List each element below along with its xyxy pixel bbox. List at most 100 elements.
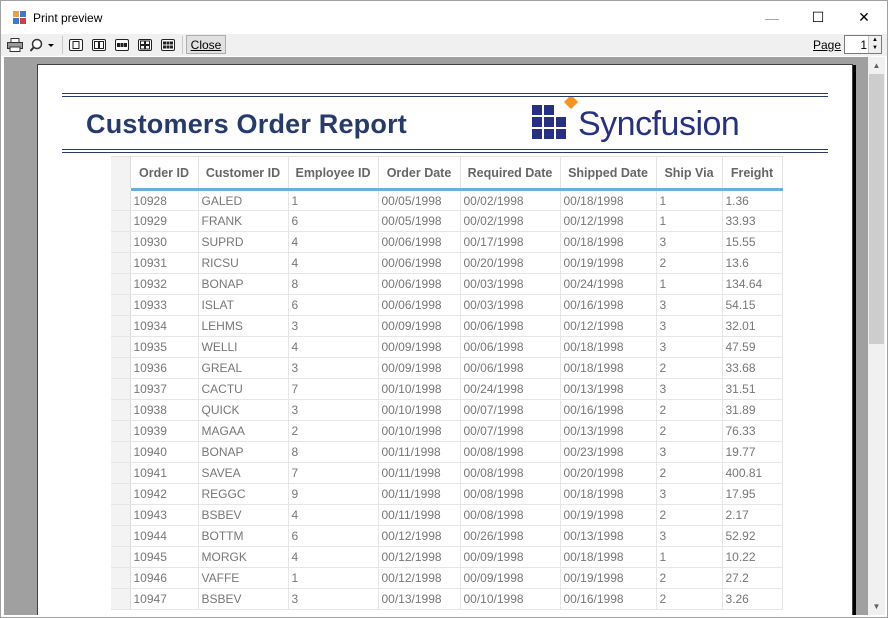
report-title: Customers Order Report [86,109,407,139]
table-row: 10929 FRANK 6 00/05/1998 00/02/1998 00/12/199… [111,210,783,232]
table-cell: 00/02/1998 [460,189,561,211]
table-cell: 10932 [130,273,199,295]
table-row: 10940 BONAP 8 00/11/1998 00/08/1998 00/23/199… [111,441,783,463]
table-cell: WELLI [198,336,289,358]
table-cell: 00/07/1998 [460,399,561,421]
table-cell: 00/06/1998 [378,252,461,274]
table-row: 10931 RICSU 4 00/06/1998 00/20/1998 00/19/199… [111,252,783,274]
maximize-button[interactable]: ☐ [795,1,841,34]
table-cell: 00/23/1998 [560,441,657,463]
page-number-value[interactable]: 1 [860,38,867,52]
print-preview-window: Print preview — ☐ ✕ Close Page 1 ▲ ▼ Cus… [0,0,888,618]
spinner-arrows[interactable]: ▲ ▼ [868,36,881,53]
page-number-spinner[interactable]: 1 ▲ ▼ [844,35,882,54]
column-header[interactable]: Required Date [460,156,561,191]
table-cell: 3 [656,336,723,358]
table-cell: 00/13/1998 [560,420,657,442]
table-cell: 2.17 [722,504,783,526]
column-header[interactable]: Shipped Date [560,156,657,191]
table-cell: 31.89 [722,399,783,421]
row-header [111,567,131,589]
orders-grid: Order ID Customer ID Employee ID Order Date… [111,156,783,610]
one-page-button[interactable] [67,36,85,54]
one-page-icon [69,39,83,51]
three-pages-button[interactable] [113,36,131,54]
table-cell: 3 [656,525,723,547]
column-header[interactable]: Freight [722,156,783,191]
table-cell: 00/18/1998 [560,483,657,505]
table-cell: 00/06/1998 [378,294,461,316]
row-header [111,210,131,232]
table-cell: 00/19/1998 [560,504,657,526]
table-cell: 00/20/1998 [460,252,561,274]
column-header[interactable]: Employee ID [288,156,379,191]
table-row: 10944 BOTTM 6 00/12/1998 00/26/1998 00/13/199… [111,525,783,547]
print-button[interactable] [5,36,25,54]
table-cell: 3 [656,231,723,253]
table-cell: 10937 [130,378,199,400]
close-preview-button[interactable]: Close [186,35,226,54]
table-cell: 00/06/1998 [460,357,561,379]
page-label: Page [813,38,841,52]
table-cell: 76.33 [722,420,783,442]
table-row: 10934 LEHMS 3 00/09/1998 00/06/1998 00/12/199… [111,315,783,337]
column-header[interactable]: Customer ID [198,156,289,191]
table-cell: 10.22 [722,546,783,568]
column-header[interactable]: Order ID [130,156,199,191]
column-header[interactable]: Ship Via [656,156,723,191]
table-cell: 00/12/1998 [560,315,657,337]
column-header[interactable]: Order Date [378,156,461,191]
table-cell: 00/17/1998 [460,231,561,253]
three-pages-icon [115,39,129,51]
spinner-up-icon[interactable]: ▲ [869,36,881,44]
table-cell: 6 [288,525,379,547]
preview-toolbar: Close Page 1 ▲ ▼ [1,34,887,56]
table-cell: 10935 [130,336,199,358]
scroll-down-arrow-icon[interactable]: ▼ [868,598,885,615]
table-cell: 10930 [130,231,199,253]
table-cell: 1.36 [722,189,783,211]
four-pages-button[interactable] [136,36,154,54]
toolbar-separator [62,36,63,54]
table-cell: RICSU [198,252,289,274]
syncfusion-logo-mark [532,97,578,139]
row-header [111,378,131,400]
scroll-up-arrow-icon[interactable]: ▲ [868,57,885,74]
row-header [111,441,131,463]
table-cell: 4 [288,504,379,526]
table-cell: 1 [656,273,723,295]
table-cell: 00/24/1998 [460,378,561,400]
close-window-button[interactable]: ✕ [841,1,887,34]
table-row: 10947 BSBEV 3 00/13/1998 00/10/1998 00/16/199… [111,588,783,610]
table-cell: 3 [656,315,723,337]
table-cell: 00/08/1998 [460,504,561,526]
six-pages-button[interactable] [159,36,177,54]
zoom-dropdown-button[interactable] [27,36,57,54]
table-cell: SAVEA [198,462,289,484]
table-cell: 8 [288,441,379,463]
table-cell: 134.64 [722,273,783,295]
minimize-button[interactable]: — [749,1,795,34]
two-pages-button[interactable] [90,36,108,54]
table-row: 10939 MAGAA 2 00/10/1998 00/07/1998 00/13/199… [111,420,783,442]
scrollbar-thumb[interactable] [869,74,884,344]
table-cell: 00/03/1998 [460,273,561,295]
table-cell: 2 [288,420,379,442]
table-cell: 15.55 [722,231,783,253]
table-cell: 19.77 [722,441,783,463]
vertical-scrollbar[interactable]: ▲ ▼ [868,57,885,615]
table-cell: 00/18/1998 [560,357,657,379]
table-cell: 1 [288,189,379,211]
table-cell: 33.68 [722,357,783,379]
table-cell: 10941 [130,462,199,484]
table-row: 10937 CACTU 7 00/10/1998 00/24/1998 00/13/199… [111,378,783,400]
table-cell: BONAP [198,273,289,295]
table-cell: 00/20/1998 [560,462,657,484]
grid-header-row: Order ID Customer ID Employee ID Order Date… [111,156,783,191]
table-cell: 00/11/1998 [378,483,461,505]
close-preview-label: Close [190,37,222,52]
table-cell: 3 [656,294,723,316]
row-header [111,336,131,358]
table-cell: 00/13/1998 [378,588,461,610]
spinner-down-icon[interactable]: ▼ [869,44,881,52]
